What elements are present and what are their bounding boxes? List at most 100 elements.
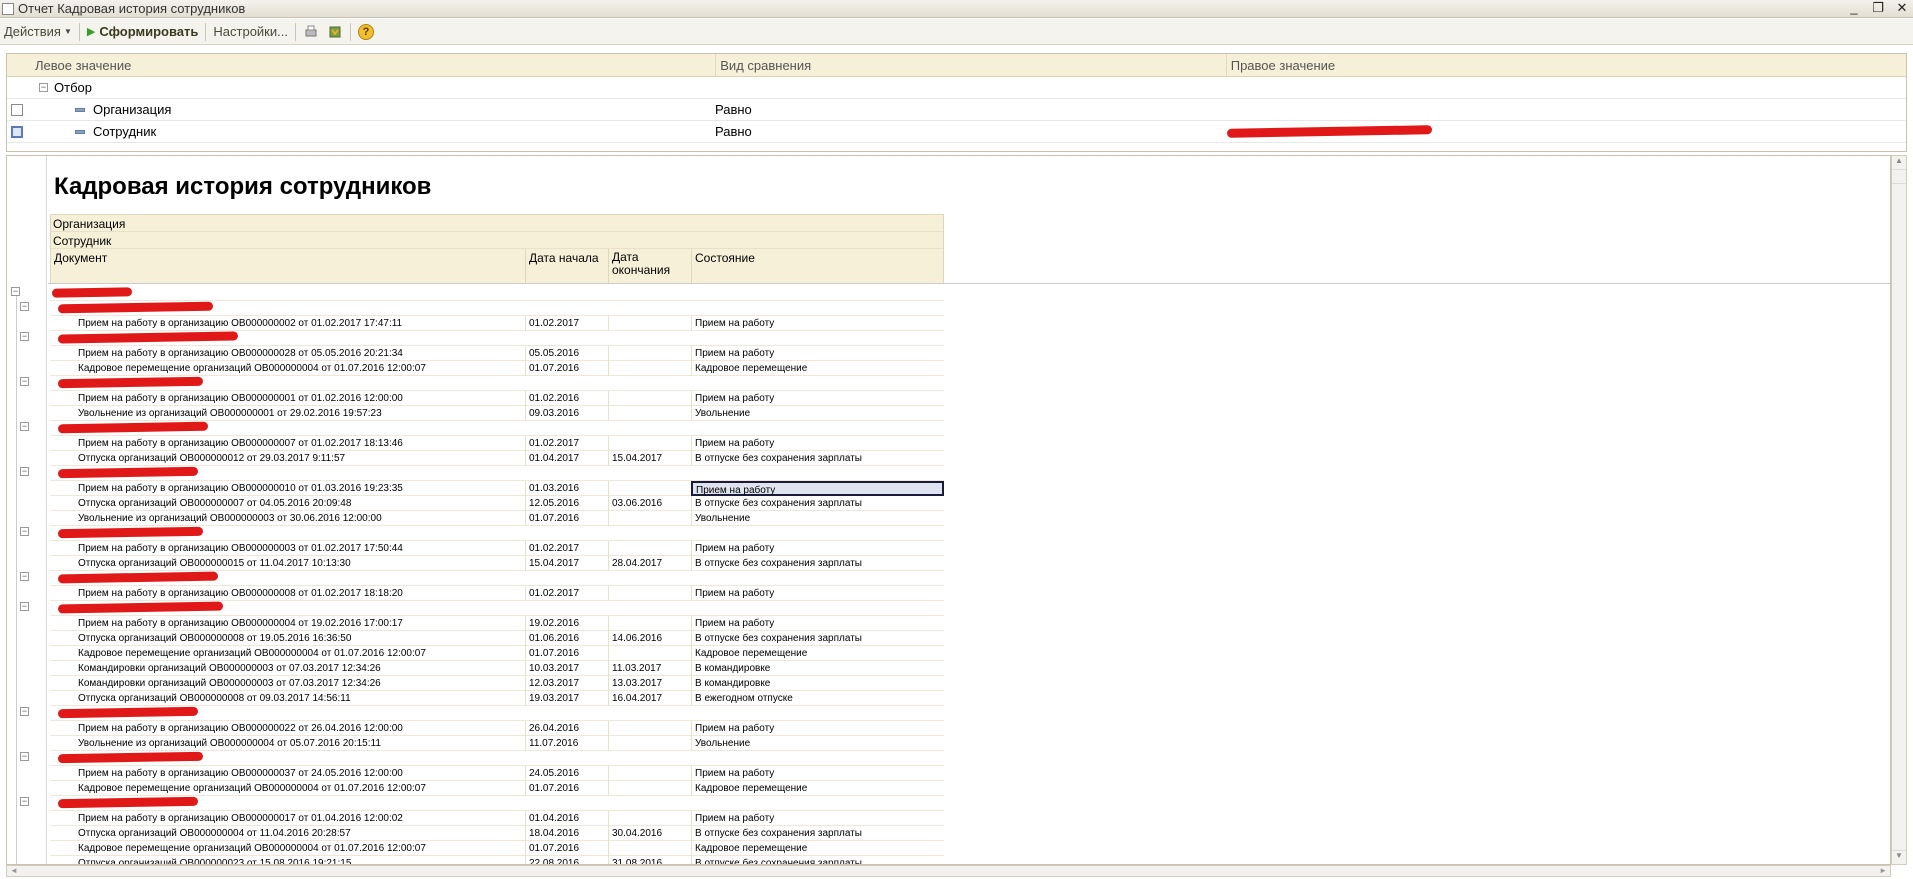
group-row-employee[interactable] [50, 376, 944, 391]
table-row[interactable]: Прием на работу в организацию ОВ00000001… [50, 480, 944, 496]
table-row[interactable]: Кадровое перемещение организаций ОВ00000… [50, 360, 944, 376]
table-row[interactable]: Увольнение из организаций ОВ000000003 от… [50, 510, 944, 526]
tree-collapse-icon[interactable]: − [20, 572, 29, 581]
filter-value-redacted[interactable] [1226, 124, 1433, 139]
close-icon[interactable]: ✕ [1895, 0, 1909, 16]
cell-start-date: 01.02.2017 [525, 315, 608, 331]
cell-start-date: 01.07.2016 [525, 780, 608, 796]
table-row[interactable]: Кадровое перемещение организаций ОВ00000… [50, 780, 944, 796]
table-row[interactable]: Отпуска организаций ОВ000000008 от 09.03… [50, 690, 944, 706]
generate-button[interactable]: ▶ Сформировать [83, 21, 203, 43]
tree-collapse-icon[interactable]: − [20, 602, 29, 611]
tree-collapse-icon[interactable]: − [20, 527, 29, 536]
filter-comparison[interactable]: Равно [715, 124, 752, 139]
table-row[interactable]: Прием на работу в организацию ОВ00000000… [50, 435, 944, 451]
header-divider [48, 283, 1890, 284]
restore-icon[interactable]: ❐ [1871, 0, 1885, 16]
table-row[interactable]: Отпуска организаций ОВ000000015 от 11.04… [50, 555, 944, 571]
table-row[interactable]: Кадровое перемещение организаций ОВ00000… [50, 645, 944, 661]
filter-col-right[interactable]: Правое значение [1227, 54, 1906, 76]
filter-comparison[interactable]: Равно [715, 102, 752, 117]
tree-collapse-icon[interactable]: − [20, 422, 29, 431]
cell-document: Отпуска организаций ОВ000000007 от 04.05… [78, 497, 352, 509]
collapse-icon[interactable]: − [39, 83, 48, 92]
vertical-scrollbar[interactable]: ▲ ▼ [1891, 155, 1907, 865]
scroll-down-icon[interactable]: ▼ [1892, 850, 1906, 864]
table-row[interactable]: Прием на работу в организацию ОВ00000002… [50, 720, 944, 736]
group-row-employee[interactable] [50, 421, 944, 436]
cell-start-date: 10.03.2017 [525, 660, 608, 676]
table-row[interactable]: Командировки организаций ОВ000000003 от … [50, 660, 944, 676]
group-row-employee[interactable] [50, 466, 944, 481]
filter-group-row[interactable]: − Отбор [7, 77, 1906, 99]
cell-end-date [608, 405, 691, 421]
table-row[interactable]: Прием на работу в организацию ОВ00000000… [50, 585, 944, 601]
group-row-employee[interactable] [50, 751, 944, 766]
tree-collapse-icon[interactable]: − [20, 752, 29, 761]
group-row-employee[interactable] [50, 526, 944, 541]
scroll-thumb[interactable] [1892, 170, 1906, 184]
cell-state: В отпуске без сохранения зарплаты [691, 825, 944, 841]
horizontal-scrollbar[interactable]: ◄ ► [6, 865, 1891, 877]
tree-collapse-icon[interactable]: − [20, 467, 29, 476]
table-row[interactable]: Отпуска организаций ОВ000000004 от 11.04… [50, 825, 944, 841]
group-row-employee[interactable] [50, 571, 944, 586]
table-row[interactable]: Отпуска организаций ОВ000000007 от 04.05… [50, 495, 944, 511]
cell-end-date [608, 765, 691, 781]
cell-start-date: 12.05.2016 [525, 495, 608, 511]
table-row[interactable]: Прием на работу в организацию ОВ00000000… [50, 615, 944, 631]
group-row-employee[interactable] [50, 796, 944, 811]
table-row[interactable]: Увольнение из организаций ОВ000000001 от… [50, 405, 944, 421]
cell-start-date: 01.04.2016 [525, 810, 608, 826]
report-header: Организация Сотрудник Документ Дата нача… [50, 214, 944, 284]
cell-document: Прием на работу в организацию ОВ00000000… [78, 392, 403, 404]
table-row[interactable]: Отпуска организаций ОВ000000008 от 19.05… [50, 630, 944, 646]
filter-col-compare[interactable]: Вид сравнения [716, 54, 1227, 76]
table-row[interactable]: Прием на работу в организацию ОВ00000003… [50, 765, 944, 781]
scroll-up-icon[interactable]: ▲ [1892, 156, 1906, 170]
cell-end-date [608, 510, 691, 526]
table-row[interactable]: Прием на работу в организацию ОВ00000000… [50, 540, 944, 556]
group-row-employee[interactable] [50, 331, 944, 346]
tree-collapse-icon[interactable]: − [20, 707, 29, 716]
filter-checkbox-employee[interactable] [11, 125, 23, 138]
scroll-left-icon[interactable]: ◄ [10, 866, 18, 875]
actions-menu-button[interactable]: Действия ▼ [0, 21, 76, 43]
tree-collapse-icon[interactable]: − [11, 287, 20, 296]
save-button[interactable] [323, 21, 347, 43]
tree-collapse-icon[interactable]: − [20, 377, 29, 386]
cell-document: Кадровое перемещение организаций ОВ00000… [78, 842, 426, 854]
group-row-employee[interactable] [50, 706, 944, 721]
scroll-right-icon[interactable]: ► [1879, 866, 1887, 875]
minimize-icon[interactable]: _ [1847, 0, 1861, 16]
cell-state[interactable]: Прием на работу [691, 480, 944, 496]
table-row[interactable]: Отпуска организаций ОВ000000023 от 15.08… [50, 855, 944, 864]
settings-button[interactable]: Настройки... [209, 21, 292, 43]
tree-collapse-icon[interactable]: − [20, 797, 29, 806]
table-row[interactable]: Прием на работу в организацию ОВ00000000… [50, 315, 944, 331]
tree-collapse-icon[interactable]: − [20, 332, 29, 341]
group-row-organization[interactable] [50, 286, 944, 301]
filter-checkbox-organization[interactable] [11, 103, 23, 116]
cell-document: Отпуска организаций ОВ000000004 от 11.04… [78, 827, 351, 839]
help-button[interactable]: ? [354, 21, 378, 43]
filter-panel: Левое значение Вид сравнения Правое знач… [6, 53, 1907, 152]
group-row-employee[interactable] [50, 601, 944, 616]
print-button[interactable] [299, 21, 323, 43]
group-row-employee[interactable] [50, 301, 944, 316]
table-row[interactable]: Кадровое перемещение организаций ОВ00000… [50, 840, 944, 856]
table-row[interactable]: Прием на работу в организацию ОВ00000000… [50, 390, 944, 406]
filter-col-left[interactable]: Левое значение [31, 54, 717, 76]
table-row[interactable]: Командировки организаций ОВ000000003 от … [50, 675, 944, 691]
cell-state: Прием на работу [691, 810, 944, 826]
cell-end-date [608, 720, 691, 736]
redaction-mark [57, 466, 199, 479]
print-icon [303, 24, 319, 40]
table-row[interactable]: Отпуска организаций ОВ000000012 от 29.03… [50, 450, 944, 466]
table-row[interactable]: Прием на работу в организацию ОВ00000001… [50, 810, 944, 826]
filter-row-organization[interactable]: Организация Равно [7, 99, 1906, 121]
filter-row-employee[interactable]: Сотрудник Равно [7, 121, 1906, 143]
table-row[interactable]: Увольнение из организаций ОВ000000004 от… [50, 735, 944, 751]
table-row[interactable]: Прием на работу в организацию ОВ00000002… [50, 345, 944, 361]
tree-collapse-icon[interactable]: − [20, 302, 29, 311]
